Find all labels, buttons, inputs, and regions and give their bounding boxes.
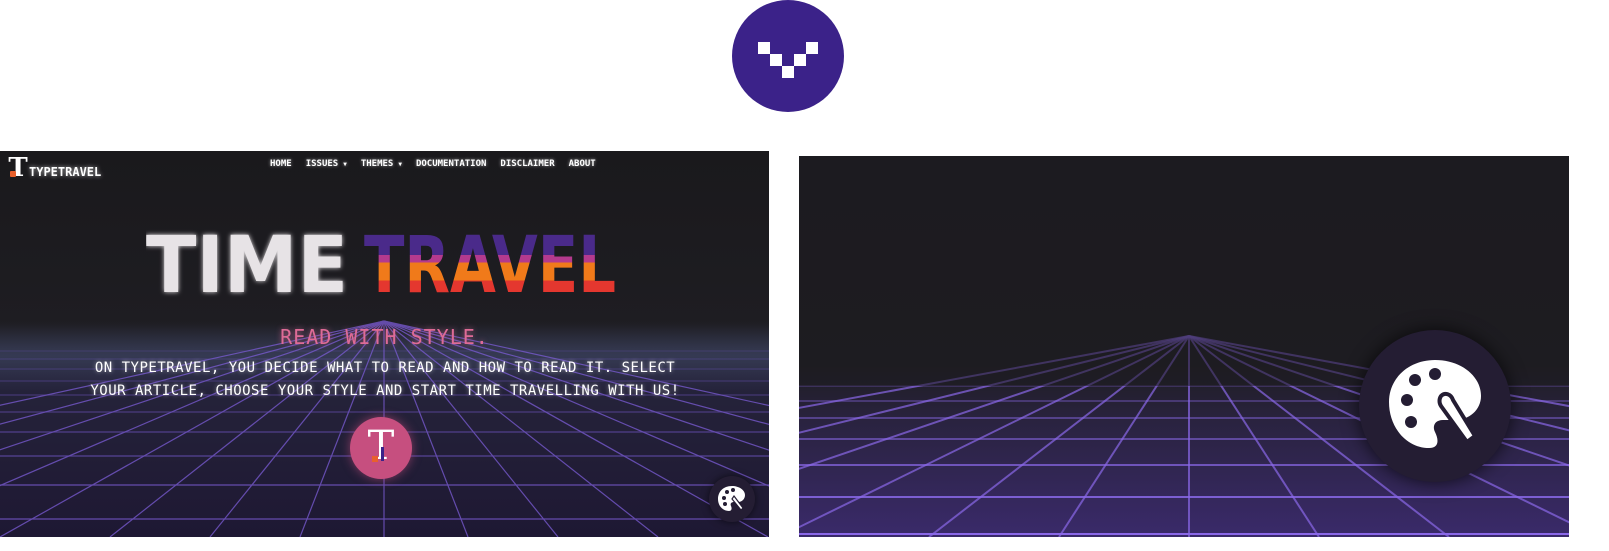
hero-title-time: TIME bbox=[146, 226, 348, 298]
nav-item-home[interactable]: HOME bbox=[270, 159, 292, 169]
hero-title-travel: TRAVEL bbox=[364, 226, 616, 298]
composite-screenshot: T TYPETRAVEL HOME ISSUES ▼ THEMES ▼ DOCU… bbox=[0, 0, 1609, 551]
caret-down-icon: ▼ bbox=[398, 160, 402, 168]
zoomed-theme-button-panel bbox=[799, 156, 1569, 537]
intro-line-1: ON TYPETRAVEL, YOU DECIDE WHAT TO READ A… bbox=[94, 360, 676, 376]
nav-item-disclaimer[interactable]: DISCLAIMER bbox=[500, 159, 554, 169]
typetravel-logo-icon[interactable]: T bbox=[350, 417, 412, 479]
pixel-v-logo-icon bbox=[732, 0, 844, 112]
palette-icon bbox=[718, 486, 745, 511]
intro-text: ON TYPETRAVEL, YOU DECIDE WHAT TO READ A… bbox=[60, 357, 710, 403]
caret-down-icon: ▼ bbox=[343, 160, 347, 168]
theme-palette-button[interactable] bbox=[709, 476, 755, 522]
nav-item-issues[interactable]: ISSUES ▼ bbox=[306, 159, 347, 169]
theme-palette-button-zoomed[interactable] bbox=[1359, 330, 1511, 482]
nav-item-documentation[interactable]: DOCUMENTATION bbox=[416, 159, 486, 169]
tagline: READ WITH STYLE. bbox=[280, 325, 489, 349]
typetravel-logo-icon: T bbox=[8, 153, 28, 183]
hero-title: TIME TRAVEL bbox=[146, 226, 616, 298]
nav-item-about[interactable]: ABOUT bbox=[569, 159, 596, 169]
intro-line-2: YOUR ARTICLE, CHOOSE YOUR STYLE AND STAR… bbox=[90, 383, 680, 399]
website-screenshot-panel: T TYPETRAVEL HOME ISSUES ▼ THEMES ▼ DOCU… bbox=[0, 151, 769, 537]
nav-item-themes[interactable]: THEMES ▼ bbox=[361, 159, 402, 169]
palette-icon bbox=[1389, 360, 1481, 448]
site-name: TYPETRAVEL bbox=[29, 165, 102, 179]
main-navigation: HOME ISSUES ▼ THEMES ▼ DOCUMENTATION DIS… bbox=[270, 159, 610, 169]
site-logo[interactable]: T TYPETRAVEL bbox=[7, 155, 101, 181]
